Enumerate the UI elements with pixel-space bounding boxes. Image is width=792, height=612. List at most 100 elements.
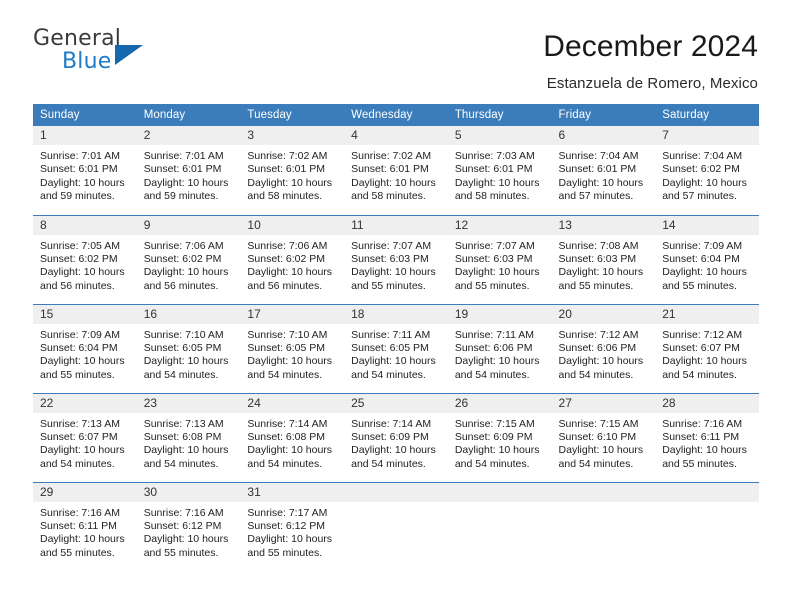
page-header: General Blue December 2024 Estanzuela de… [0,0,792,92]
calendar-week-row: 1 Sunrise: 7:01 AM Sunset: 6:01 PM Daylight… [33,126,759,215]
day-cell[interactable]: 7 Sunrise: 7:04 AM Sunset: 6:02 PM Daylight… [655,126,759,215]
day-sunrise-text: Sunrise: 7:14 AM [351,417,432,430]
day-number: 1 [33,126,137,145]
day-cell[interactable]: 9 Sunrise: 7:06 AM Sunset: 6:02 PM Daylight… [136,214,241,304]
day-cell[interactable]: 10 Sunrise: 7:06 AM Sunset: 6:02 PM Dayligh… [240,214,345,304]
day-number: 13 [551,215,656,235]
logo-text-general: General [33,26,122,51]
day-cell[interactable] [551,481,656,571]
day-cell[interactable]: 28 Sunrise: 7:16 AM Sunset: 6:11 PM Dayligh… [655,392,759,482]
day-daylight-line2-text: and 58 minutes. [454,190,530,203]
day-cell[interactable]: 2 Sunrise: 7:01 AM Sunset: 6:01 PM Daylight… [136,126,241,215]
day-number: 9 [136,215,241,235]
day-cell[interactable] [344,481,448,571]
generalblue-logo[interactable]: General Blue [33,28,183,80]
day-sun-info: Sunrise: 7:02 AM Sunset: 6:01 PM Daylight:… [240,145,344,204]
day-sunrise-text: Sunrise: 7:16 AM [662,417,743,430]
day-sunrise-text: Sunrise: 7:13 AM [143,417,224,430]
weekday-header-monday: Monday [136,104,241,126]
day-cell[interactable]: 23 Sunrise: 7:13 AM Sunset: 6:08 PM Dayligh… [136,392,241,482]
day-cell[interactable]: 5 Sunrise: 7:03 AM Sunset: 6:01 PM Daylight… [447,126,552,215]
day-sunrise-text: Sunrise: 7:12 AM [558,328,639,341]
day-daylight-line1-text: Daylight: 10 hours [40,355,125,368]
day-cell[interactable]: 29 Sunrise: 7:16 AM Sunset: 6:11 PM Dayligh… [33,481,137,571]
day-cell[interactable]: 1 Sunrise: 7:01 AM Sunset: 6:01 PM Daylight… [33,126,137,215]
day-cell[interactable]: 15 Sunrise: 7:09 AM Sunset: 6:04 PM Dayligh… [33,303,137,393]
day-sun-info [448,502,552,507]
day-cell[interactable]: 27 Sunrise: 7:15 AM Sunset: 6:10 PM Dayligh… [551,392,656,482]
day-sunset-text: Sunset: 6:03 PM [351,252,429,265]
day-cell[interactable]: 16 Sunrise: 7:10 AM Sunset: 6:05 PM Dayligh… [136,303,241,393]
day-cell[interactable] [655,481,759,571]
day-daylight-line1-text: Daylight: 10 hours [40,176,125,189]
day-sunrise-text: Sunrise: 7:03 AM [454,150,535,162]
day-sunrise-text: Sunrise: 7:12 AM [662,328,743,341]
day-number: 4 [344,126,448,145]
day-cell[interactable]: 19 Sunrise: 7:11 AM Sunset: 6:06 PM Dayligh… [447,303,552,393]
day-cell[interactable]: 26 Sunrise: 7:15 AM Sunset: 6:09 PM Dayligh… [447,392,552,482]
day-sun-info: Sunrise: 7:15 AM Sunset: 6:10 PM Daylight:… [552,413,656,472]
day-sun-info [655,502,759,507]
day-daylight-line1-text: Daylight: 10 hours [143,444,229,457]
day-daylight-line2-text: and 55 minutes. [662,279,737,292]
day-cell[interactable]: 13 Sunrise: 7:08 AM Sunset: 6:03 PM Dayligh… [551,214,656,304]
day-cell[interactable]: 8 Sunrise: 7:05 AM Sunset: 6:02 PM Daylight… [33,214,137,304]
day-daylight-line2-text: and 54 minutes. [454,368,530,381]
day-sunrise-text: Sunrise: 7:10 AM [143,328,224,341]
day-number: 6 [551,126,656,145]
day-number [655,482,759,502]
day-cell[interactable]: 20 Sunrise: 7:12 AM Sunset: 6:06 PM Dayligh… [551,303,656,393]
day-sunset-text: Sunset: 6:02 PM [662,163,740,176]
day-daylight-line2-text: and 55 minutes. [143,546,219,559]
day-cell[interactable]: 17 Sunrise: 7:10 AM Sunset: 6:05 PM Dayligh… [240,303,345,393]
day-sun-info: Sunrise: 7:17 AM Sunset: 6:12 PM Daylight:… [240,502,344,561]
day-daylight-line2-text: and 54 minutes. [247,457,323,470]
day-number: 11 [344,215,448,235]
day-cell[interactable]: 25 Sunrise: 7:14 AM Sunset: 6:09 PM Dayligh… [344,392,448,482]
day-cell[interactable]: 24 Sunrise: 7:14 AM Sunset: 6:08 PM Dayligh… [240,392,345,482]
calendar-body: 1 Sunrise: 7:01 AM Sunset: 6:01 PM Daylight… [33,126,759,571]
day-sunset-text: Sunset: 6:02 PM [247,252,326,265]
day-sun-info [552,502,656,507]
day-cell[interactable] [447,481,552,571]
day-sun-info: Sunrise: 7:15 AM Sunset: 6:09 PM Daylight:… [448,413,552,472]
day-sunset-text: Sunset: 6:01 PM [351,163,429,176]
day-number: 2 [136,126,241,145]
day-number: 20 [551,304,656,324]
day-sun-info: Sunrise: 7:08 AM Sunset: 6:03 PM Daylight:… [552,235,656,294]
day-sunrise-text: Sunrise: 7:15 AM [454,417,535,430]
day-sun-info: Sunrise: 7:01 AM Sunset: 6:01 PM Daylight:… [137,145,241,204]
day-cell[interactable]: 11 Sunrise: 7:07 AM Sunset: 6:03 PM Dayligh… [344,214,448,304]
day-number: 27 [551,393,656,413]
day-cell[interactable]: 21 Sunrise: 7:12 AM Sunset: 6:07 PM Dayligh… [655,303,759,393]
day-cell[interactable]: 6 Sunrise: 7:04 AM Sunset: 6:01 PM Daylight… [551,126,656,215]
day-daylight-line2-text: and 56 minutes. [247,279,323,292]
day-daylight-line2-text: and 54 minutes. [40,457,115,470]
day-sun-info: Sunrise: 7:16 AM Sunset: 6:11 PM Daylight:… [33,502,137,561]
day-cell[interactable]: 30 Sunrise: 7:16 AM Sunset: 6:12 PM Dayligh… [136,481,241,571]
day-cell[interactable]: 3 Sunrise: 7:02 AM Sunset: 6:01 PM Daylight… [240,126,345,215]
day-daylight-line2-text: and 54 minutes. [143,457,219,470]
day-sun-info: Sunrise: 7:13 AM Sunset: 6:08 PM Daylight:… [137,413,241,472]
day-number: 23 [136,393,241,413]
day-number [344,482,448,502]
day-sunset-text: Sunset: 6:03 PM [454,252,533,265]
day-daylight-line2-text: and 54 minutes. [143,368,219,381]
day-daylight-line1-text: Daylight: 10 hours [351,355,436,368]
weekday-header-tuesday: Tuesday [240,104,345,126]
day-daylight-line1-text: Daylight: 10 hours [40,444,125,457]
day-cell[interactable]: 14 Sunrise: 7:09 AM Sunset: 6:04 PM Dayligh… [655,214,759,304]
day-cell[interactable]: 31 Sunrise: 7:17 AM Sunset: 6:12 PM Dayligh… [240,481,345,571]
day-sunset-text: Sunset: 6:01 PM [558,163,637,176]
day-cell[interactable]: 22 Sunrise: 7:13 AM Sunset: 6:07 PM Dayligh… [33,392,137,482]
day-sunset-text: Sunset: 6:10 PM [558,430,637,443]
day-daylight-line2-text: and 54 minutes. [662,368,737,381]
day-number: 15 [33,304,137,324]
day-sunrise-text: Sunrise: 7:06 AM [247,239,328,252]
day-number: 10 [240,215,345,235]
day-sunrise-text: Sunrise: 7:16 AM [40,506,120,519]
day-number: 29 [33,482,137,502]
day-cell[interactable]: 18 Sunrise: 7:11 AM Sunset: 6:05 PM Dayligh… [344,303,448,393]
day-cell[interactable]: 4 Sunrise: 7:02 AM Sunset: 6:01 PM Daylight… [344,126,448,215]
day-cell[interactable]: 12 Sunrise: 7:07 AM Sunset: 6:03 PM Dayligh… [447,214,552,304]
